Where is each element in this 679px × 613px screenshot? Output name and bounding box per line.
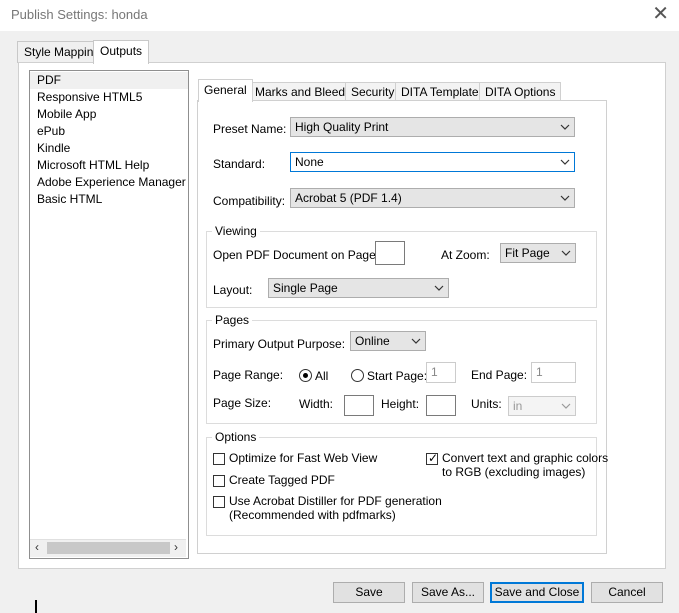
- convert-rgb-sublabel: to RGB (excluding images): [442, 465, 586, 479]
- list-item-ms-html-help[interactable]: Microsoft HTML Help: [30, 157, 188, 174]
- chevron-down-icon: [560, 195, 570, 201]
- chevron-down-icon: [560, 159, 570, 165]
- viewing-group-title: Viewing: [212, 224, 260, 238]
- zoom-value: Fit Page: [505, 246, 550, 260]
- acrobat-distiller-sublabel: (Recommended with pdfmarks): [229, 508, 396, 522]
- layout-label: Layout:: [213, 283, 253, 297]
- end-page-input[interactable]: 1: [531, 362, 576, 383]
- scroll-left-icon[interactable]: ‹: [35, 540, 39, 554]
- output-type-list[interactable]: PDF Responsive HTML5 Mobile App ePub Kin…: [29, 70, 189, 559]
- layout-dropdown[interactable]: Single Page: [268, 278, 449, 298]
- layout-value: Single Page: [273, 281, 338, 295]
- page-range-label: Page Range:: [213, 368, 284, 382]
- page-size-label: Page Size:: [213, 396, 272, 410]
- convert-rgb-checkbox[interactable]: ✓: [426, 451, 439, 465]
- tab-general[interactable]: General: [198, 79, 253, 102]
- close-icon[interactable]: ✕: [652, 2, 669, 26]
- tab-security[interactable]: Security: [345, 82, 401, 102]
- preset-name-label: Preset Name:: [213, 122, 287, 136]
- list-item-mobile-app[interactable]: Mobile App: [30, 106, 188, 123]
- scroll-right-icon[interactable]: ›: [174, 540, 178, 554]
- convert-rgb-label: Convert text and graphic colors: [442, 451, 609, 465]
- save-button[interactable]: Save: [333, 582, 405, 603]
- save-as-button[interactable]: Save As...: [412, 582, 484, 603]
- acrobat-distiller-label: Use Acrobat Distiller for PDF generation: [229, 494, 442, 508]
- save-and-close-button[interactable]: Save and Close: [490, 582, 584, 603]
- units-dropdown[interactable]: in: [508, 396, 576, 416]
- chevron-down-icon: [561, 250, 571, 256]
- tab-marks-and-bleeds[interactable]: Marks and Bleeds: [249, 82, 358, 102]
- pages-group-title: Pages: [212, 313, 253, 327]
- start-page-input[interactable]: 1: [426, 362, 456, 383]
- chevron-down-icon: [560, 124, 570, 130]
- list-item-basic-html[interactable]: Basic HTML: [30, 191, 188, 208]
- zoom-dropdown[interactable]: Fit Page: [500, 243, 576, 263]
- list-item-kindle[interactable]: Kindle: [30, 140, 188, 157]
- chevron-down-icon: [434, 285, 444, 291]
- window-title: Publish Settings: honda: [11, 7, 148, 22]
- preset-name-dropdown[interactable]: High Quality Print: [290, 117, 575, 137]
- compatibility-label: Compatibility:: [213, 194, 286, 208]
- standard-value: None: [295, 155, 324, 169]
- zoom-label: At Zoom:: [441, 248, 490, 262]
- width-input[interactable]: [344, 395, 374, 416]
- start-page-label: Start Page:: [367, 369, 428, 383]
- open-page-label: Open PDF Document on Page:: [213, 248, 380, 262]
- primary-output-purpose-label: Primary Output Purpose:: [213, 337, 346, 351]
- page-range-start-radio[interactable]: [351, 369, 364, 382]
- height-input[interactable]: [426, 395, 456, 416]
- end-page-label: End Page:: [471, 368, 528, 382]
- cancel-button[interactable]: Cancel: [591, 582, 663, 603]
- fast-web-view-label: Optimize for Fast Web View: [229, 451, 378, 465]
- compatibility-dropdown[interactable]: Acrobat 5 (PDF 1.4): [290, 188, 575, 208]
- units-label: Units:: [471, 397, 502, 411]
- preset-name-value: High Quality Print: [295, 120, 389, 134]
- text-cursor: [35, 600, 37, 613]
- list-item-pdf[interactable]: PDF: [30, 72, 188, 89]
- tab-outputs[interactable]: Outputs: [93, 40, 150, 64]
- options-group-title: Options: [212, 430, 260, 444]
- acrobat-distiller-checkbox[interactable]: [213, 496, 225, 508]
- height-label: Height:: [381, 397, 420, 411]
- page-range-all-label: All: [315, 369, 329, 383]
- scrollbar-thumb[interactable]: [47, 542, 170, 554]
- open-page-input[interactable]: [375, 241, 405, 265]
- standard-label: Standard:: [213, 157, 266, 171]
- tab-dita-template[interactable]: DITA Template: [395, 82, 485, 102]
- tagged-pdf-label: Create Tagged PDF: [229, 473, 335, 487]
- fast-web-view-checkbox[interactable]: [213, 453, 225, 465]
- list-item-responsive-html5[interactable]: Responsive HTML5: [30, 89, 188, 106]
- compatibility-value: Acrobat 5 (PDF 1.4): [295, 191, 402, 205]
- chevron-down-icon: [411, 338, 421, 344]
- primary-output-purpose-value: Online: [355, 334, 390, 348]
- list-item-aem[interactable]: Adobe Experience Manager Mo: [30, 174, 188, 191]
- tab-dita-options[interactable]: DITA Options: [479, 82, 562, 102]
- primary-output-purpose-dropdown[interactable]: Online: [350, 331, 426, 351]
- list-item-epub[interactable]: ePub: [30, 123, 188, 140]
- standard-dropdown[interactable]: None: [290, 152, 575, 172]
- chevron-down-icon: [561, 403, 571, 409]
- width-label: Width:: [299, 397, 334, 411]
- units-value: in: [513, 399, 523, 413]
- tagged-pdf-checkbox[interactable]: [213, 475, 225, 487]
- check-icon: ✓: [428, 451, 439, 465]
- page-range-all-radio[interactable]: [299, 369, 312, 382]
